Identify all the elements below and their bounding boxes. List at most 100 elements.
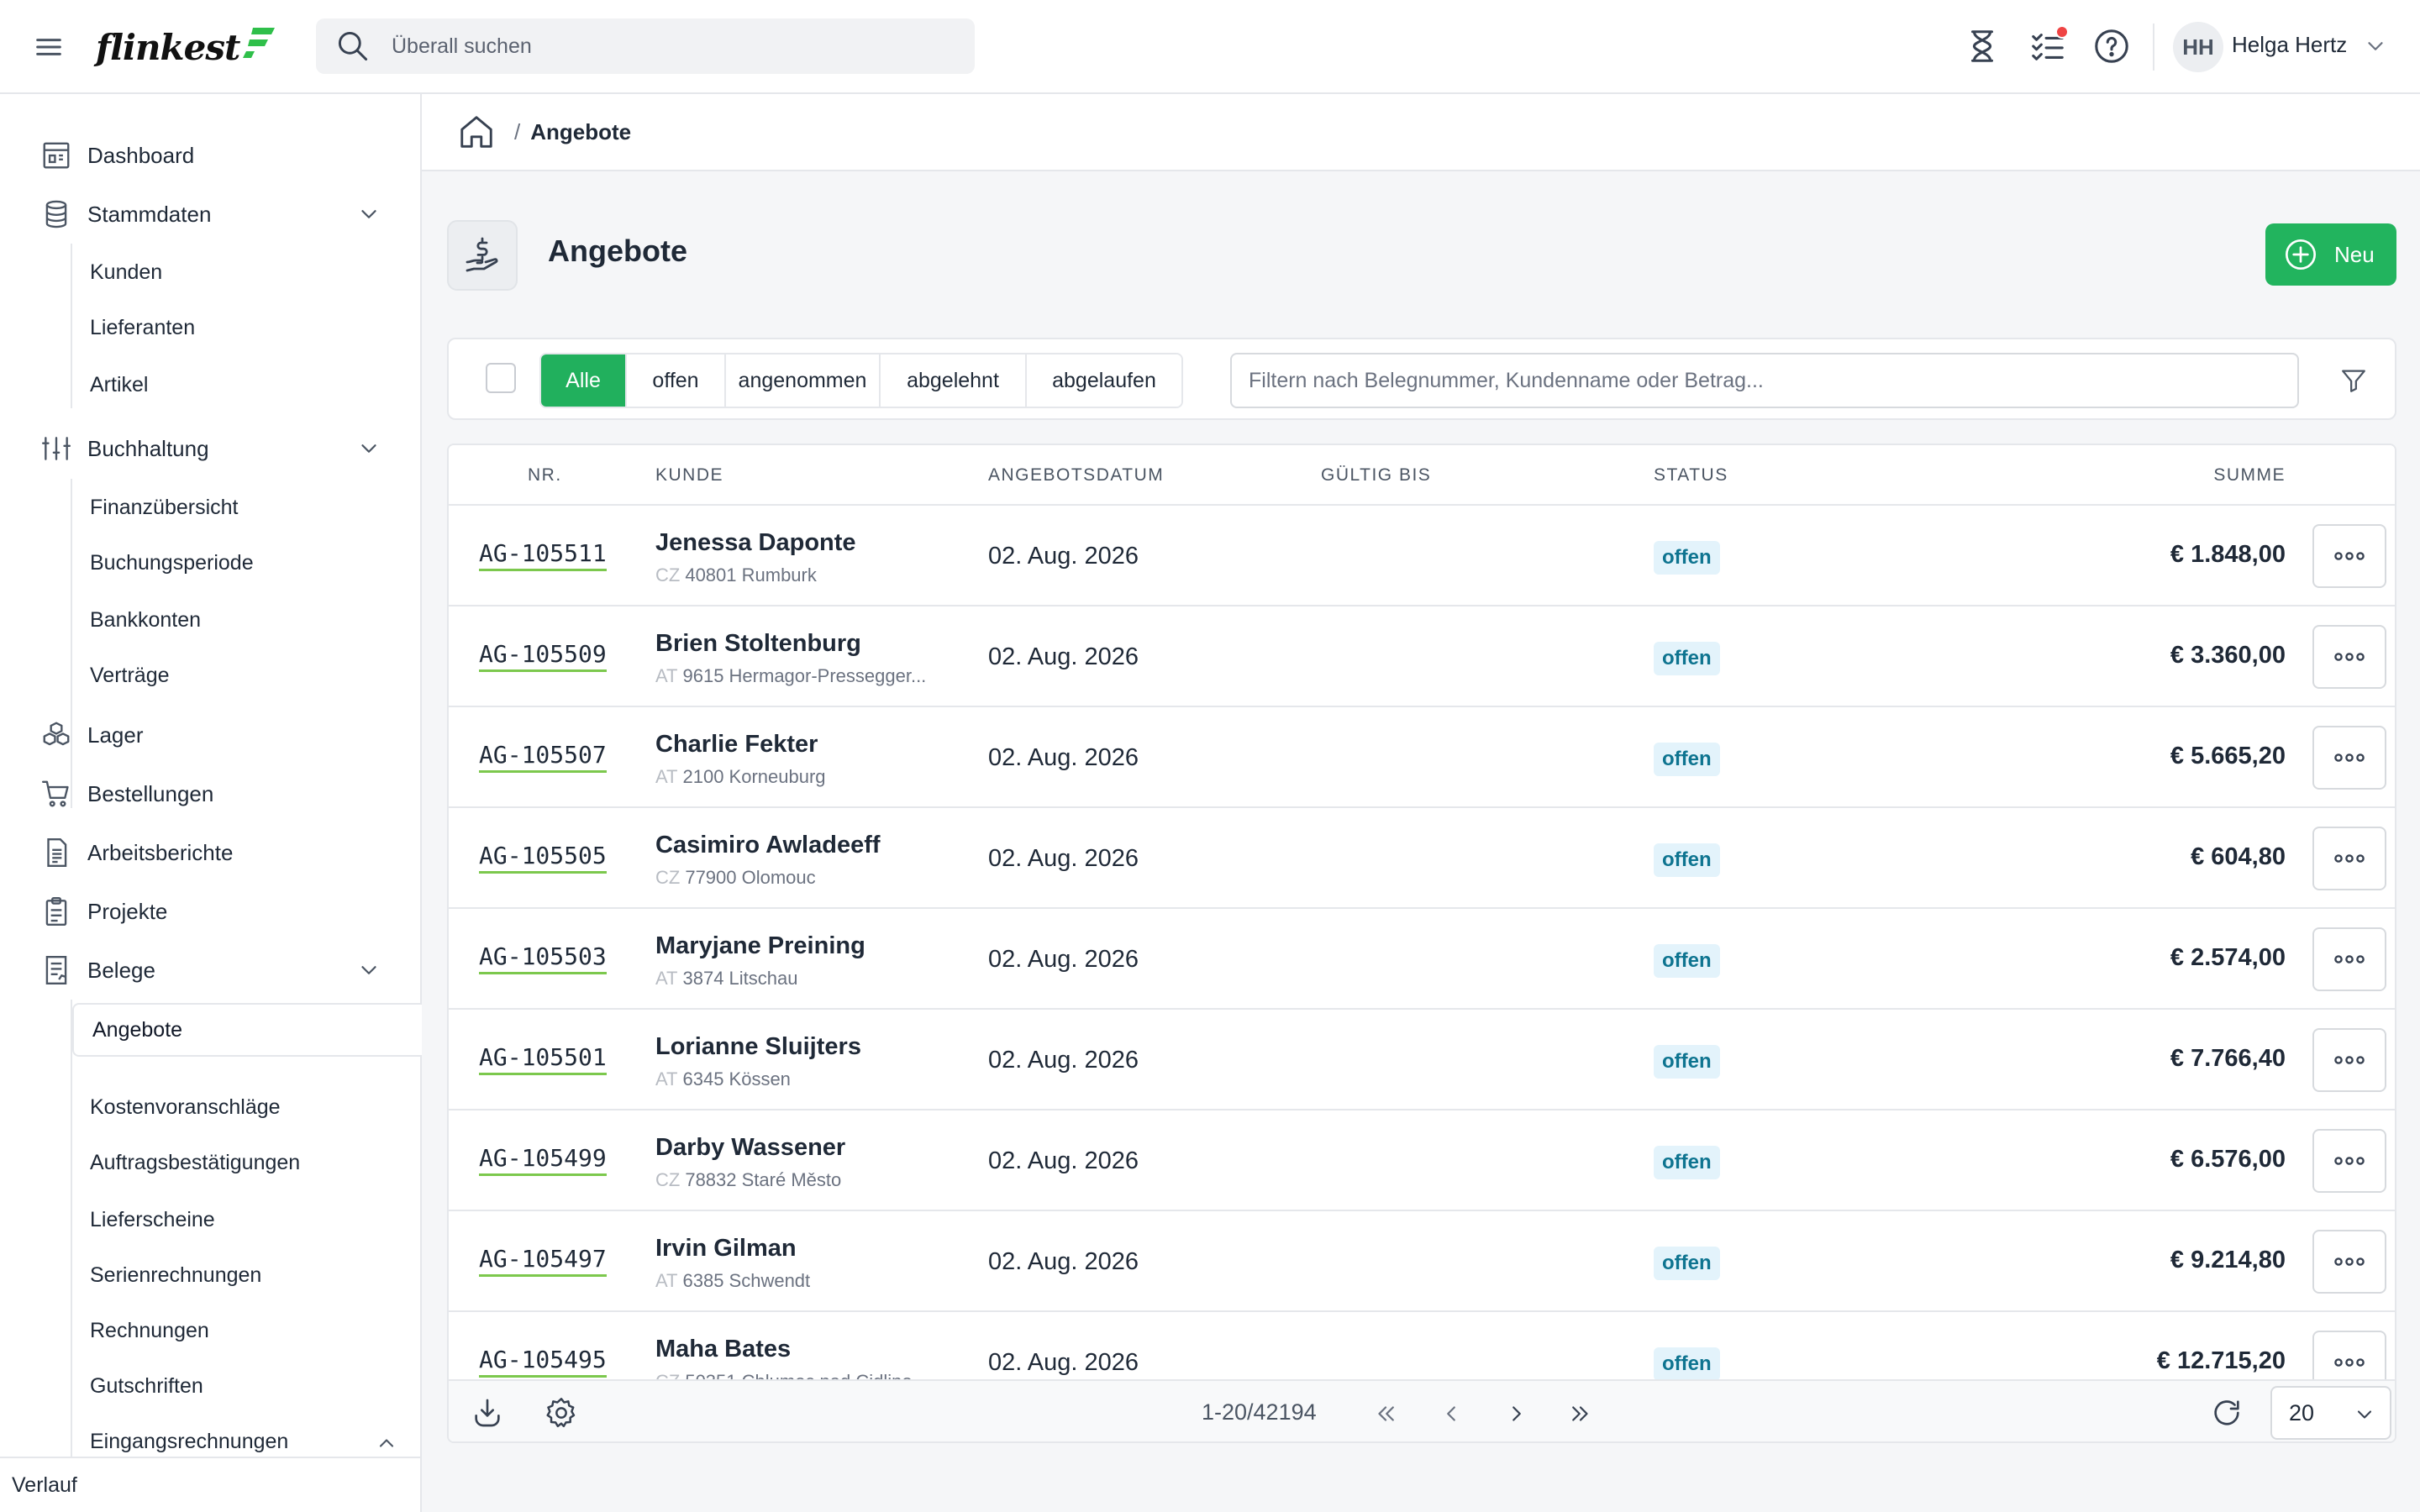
row-actions-button[interactable] xyxy=(2312,1230,2386,1294)
menu-icon[interactable] xyxy=(32,30,66,64)
row-actions-button[interactable] xyxy=(2312,1028,2386,1092)
chevron-down-icon[interactable] xyxy=(356,958,381,983)
last-page-icon[interactable] xyxy=(1568,1401,1593,1426)
row-actions-button[interactable] xyxy=(2312,1129,2386,1193)
sidebar-item-auftragsbestaetigungen[interactable]: Auftragsbestätigungen xyxy=(0,1139,420,1186)
offer-number-link[interactable]: AG-105509 xyxy=(479,640,607,672)
chevron-down-icon[interactable] xyxy=(356,202,381,227)
column-header-kunde[interactable]: KUNDE xyxy=(655,465,723,486)
tab-offen[interactable]: offen xyxy=(627,354,726,407)
sidebar-item-stammdaten[interactable]: Stammdaten xyxy=(0,189,420,239)
first-page-icon[interactable] xyxy=(1373,1401,1398,1426)
table-row[interactable]: AG-105511 Jenessa Daponte CZ 40801 Rumbur… xyxy=(449,506,2395,606)
chevron-up-icon[interactable] xyxy=(375,1431,398,1455)
offer-number-link[interactable]: AG-105495 xyxy=(479,1346,607,1378)
select-all-checkbox[interactable] xyxy=(486,363,516,393)
row-actions-button[interactable] xyxy=(2312,827,2386,890)
download-icon[interactable] xyxy=(471,1396,504,1430)
offer-number-link[interactable]: AG-105503 xyxy=(479,942,607,974)
table-row[interactable]: AG-105499 Darby Wassener CZ 78832 Staré M… xyxy=(449,1110,2395,1211)
refresh-icon[interactable] xyxy=(2210,1396,2244,1430)
sidebar-item-lieferscheine[interactable]: Lieferscheine xyxy=(0,1196,420,1243)
filter-input[interactable] xyxy=(1230,353,2299,408)
sidebar-item-kostenvoranschlaege[interactable]: Kostenvoranschläge xyxy=(0,1084,420,1131)
customer-address[interactable]: AT 6385 Schwendt xyxy=(655,1270,821,1292)
column-header-nr[interactable]: NR. xyxy=(528,465,562,486)
sidebar-item-projekte[interactable]: Projekte xyxy=(0,886,420,937)
customer-city[interactable]: 6345 Kössen xyxy=(682,1068,801,1090)
chevron-down-icon[interactable] xyxy=(356,436,381,461)
customer-city[interactable]: 3874 Litschau xyxy=(682,968,808,990)
tab-abgelaufen[interactable]: abgelaufen xyxy=(1027,354,1181,407)
page-size-select[interactable]: 20 xyxy=(2270,1386,2391,1440)
sidebar-item-vertraege[interactable]: Verträge xyxy=(0,652,420,699)
column-header-summe[interactable]: SUMME xyxy=(2213,465,2286,486)
table-row[interactable]: AG-105503 Maryjane Preining AT 3874 Litsc… xyxy=(449,909,2395,1010)
sidebar-item-angebote[interactable]: Angebote xyxy=(72,1003,422,1057)
sidebar-item-dashboard[interactable]: Dashboard xyxy=(0,130,420,181)
column-header-angebotsdatum[interactable]: ANGEBOTSDATUM xyxy=(988,465,1164,486)
sidebar-item-finanzuebersicht[interactable]: Finanzübersicht xyxy=(0,484,420,531)
sidebar-item-buchhaltung[interactable]: Buchhaltung xyxy=(0,423,420,474)
customer-city[interactable]: 9615 Hermagor-Pressegger... xyxy=(682,665,937,687)
column-header-gueltig-bis[interactable]: GÜLTIG BIS xyxy=(1321,465,1431,486)
table-row[interactable]: AG-105507 Charlie Fekter AT 2100 Korneubu… xyxy=(449,707,2395,808)
table-row[interactable]: AG-105509 Brien Stoltenburg AT 9615 Herma… xyxy=(449,606,2395,707)
customer-city[interactable]: 77900 Olomouc xyxy=(685,867,826,889)
chevron-down-icon[interactable] xyxy=(2363,34,2388,59)
row-actions-button[interactable] xyxy=(2312,1331,2386,1384)
customer-address[interactable]: AT 9615 Hermagor-Pressegger... xyxy=(655,665,937,687)
new-offer-button[interactable]: Neu xyxy=(2265,223,2396,286)
app-logo[interactable]: flinkest xyxy=(96,22,276,72)
sidebar-item-lager[interactable]: Lager xyxy=(0,710,420,760)
table-row[interactable]: AG-105505 Casimiro Awladeeff CZ 77900 Olo… xyxy=(449,808,2395,909)
column-header-status[interactable]: STATUS xyxy=(1654,465,1728,486)
customer-address[interactable]: AT 2100 Korneuburg xyxy=(655,766,836,788)
offer-number-link[interactable]: AG-105501 xyxy=(479,1043,607,1075)
offer-number-link[interactable]: AG-105507 xyxy=(479,741,607,773)
customer-address[interactable]: AT 6345 Kössen xyxy=(655,1068,801,1090)
filter-icon[interactable] xyxy=(2339,366,2368,395)
sidebar-item-bestellungen[interactable]: Bestellungen xyxy=(0,769,420,819)
customer-city[interactable]: 40801 Rumburk xyxy=(685,564,827,586)
previous-page-icon[interactable] xyxy=(1439,1401,1464,1426)
row-actions-button[interactable] xyxy=(2312,927,2386,991)
customer-address[interactable]: CZ 78832 Staré Město xyxy=(655,1169,852,1191)
sidebar-item-lieferanten[interactable]: Lieferanten xyxy=(0,304,420,351)
global-search-input[interactable] xyxy=(392,34,929,59)
user-name[interactable]: Helga Hertz xyxy=(2232,32,2347,58)
sidebar-item-buchungsperiode[interactable]: Buchungsperiode xyxy=(0,539,420,586)
table-row[interactable]: AG-105495 Maha Bates CZ 50351 Chlumec nad… xyxy=(449,1312,2395,1384)
avatar[interactable]: HH xyxy=(2173,22,2223,72)
customer-address[interactable]: CZ 40801 Rumburk xyxy=(655,564,827,586)
sidebar-item-kunden[interactable]: Kunden xyxy=(0,249,420,296)
tab-angenommen[interactable]: angenommen xyxy=(726,354,881,407)
customer-address[interactable]: AT 3874 Litschau xyxy=(655,968,808,990)
row-actions-button[interactable] xyxy=(2312,524,2386,588)
row-actions-button[interactable] xyxy=(2312,625,2386,689)
offer-number-link[interactable]: AG-105505 xyxy=(479,842,607,874)
home-icon[interactable] xyxy=(457,113,496,151)
sidebar-item-artikel[interactable]: Artikel xyxy=(0,361,420,408)
global-search[interactable] xyxy=(316,18,975,74)
help-icon[interactable] xyxy=(2092,27,2131,66)
offer-number-link[interactable]: AG-105511 xyxy=(479,539,607,571)
sidebar-item-gutschriften[interactable]: Gutschriften xyxy=(0,1362,420,1410)
tab-abgelehnt[interactable]: abgelehnt xyxy=(881,354,1027,407)
sidebar-item-serienrechnungen[interactable]: Serienrechnungen xyxy=(0,1252,420,1299)
sidebar-item-belege[interactable]: Belege xyxy=(0,945,420,995)
offer-number-link[interactable]: AG-105497 xyxy=(479,1245,607,1277)
row-actions-button[interactable] xyxy=(2312,726,2386,790)
customer-city[interactable]: 2100 Korneuburg xyxy=(682,766,836,788)
table-row[interactable]: AG-105497 Irvin Gilman AT 6385 Schwendt 0… xyxy=(449,1211,2395,1312)
offer-number-link[interactable]: AG-105499 xyxy=(479,1144,607,1176)
next-page-icon[interactable] xyxy=(1504,1401,1529,1426)
sidebar-item-arbeitsberichte[interactable]: Arbeitsberichte xyxy=(0,827,420,878)
customer-city[interactable]: 78832 Staré Město xyxy=(685,1169,852,1191)
customer-address[interactable]: CZ 77900 Olomouc xyxy=(655,867,826,889)
sidebar-item-bankkonten[interactable]: Bankkonten xyxy=(0,596,420,643)
customer-city[interactable]: 6385 Schwendt xyxy=(682,1270,821,1292)
table-row[interactable]: AG-105501 Lorianne Sluijters AT 6345 Köss… xyxy=(449,1010,2395,1110)
sidebar-item-verlauf[interactable]: Verlauf xyxy=(0,1457,420,1512)
settings-gear-icon[interactable] xyxy=(544,1396,578,1430)
